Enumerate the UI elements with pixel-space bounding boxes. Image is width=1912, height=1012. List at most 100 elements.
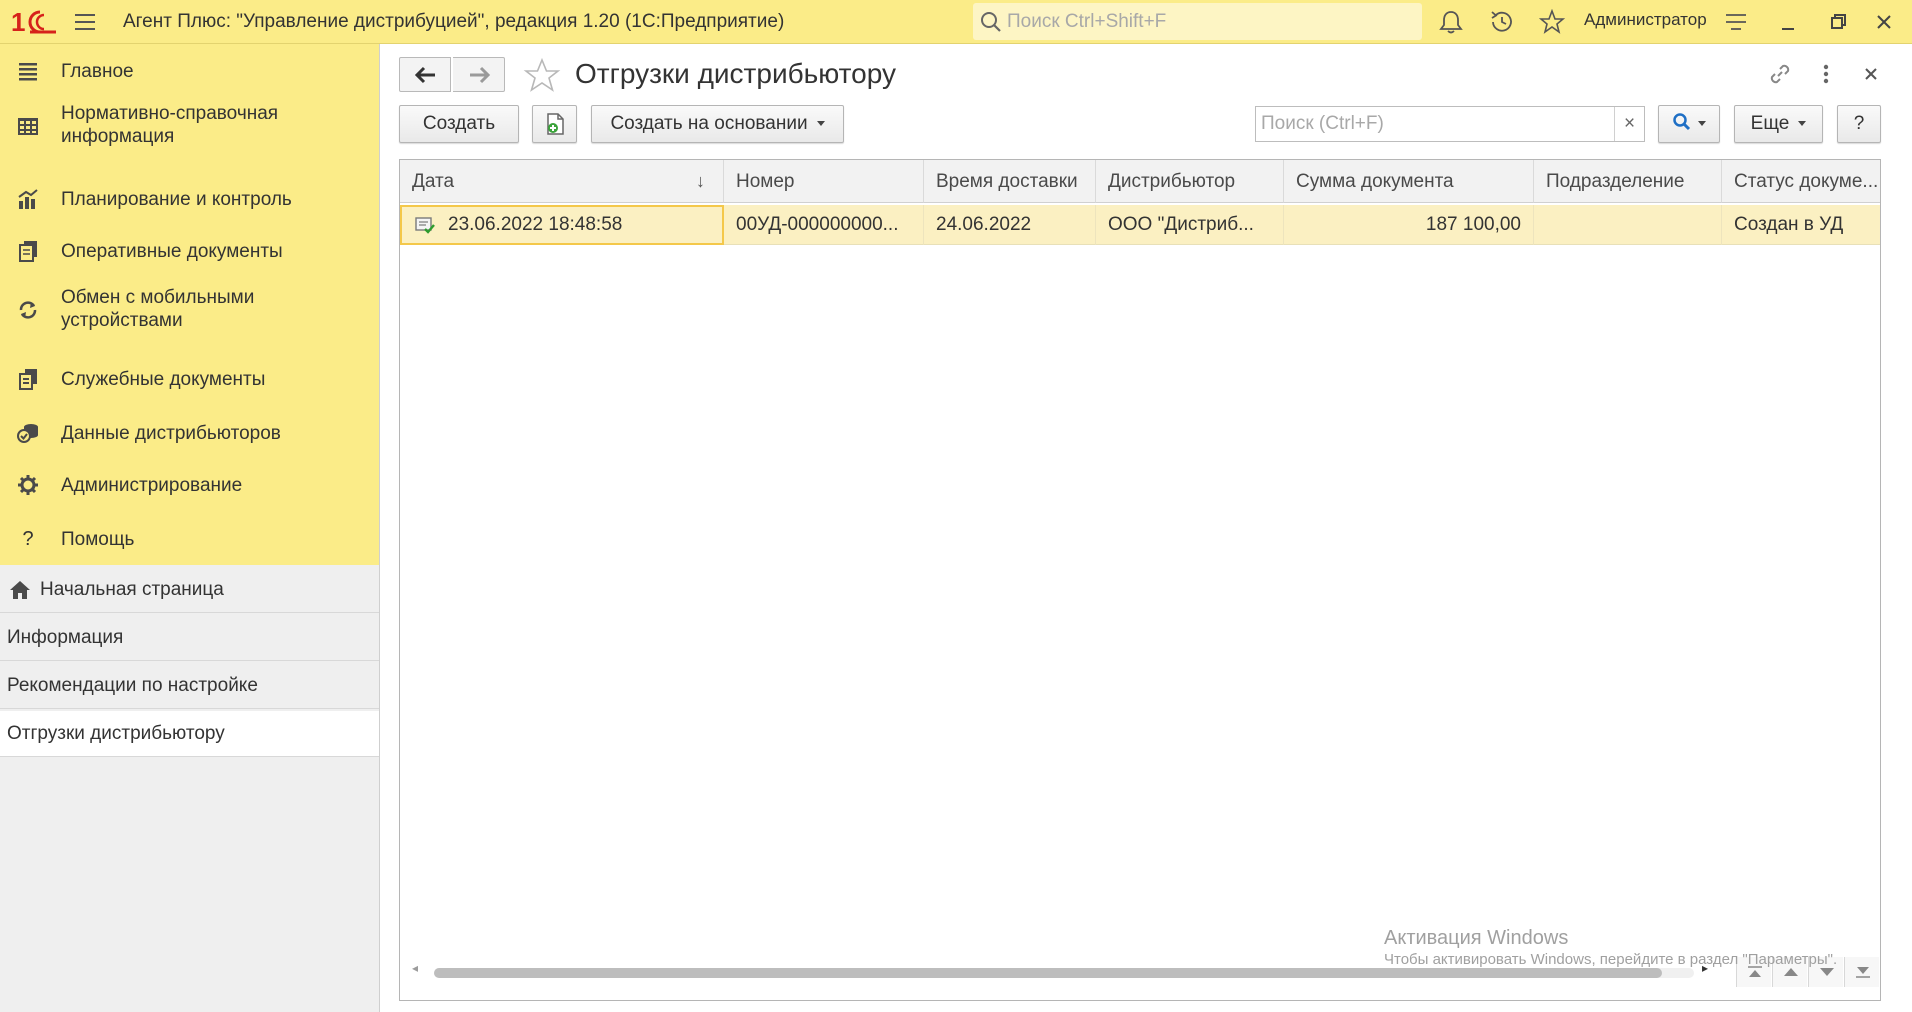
scroll-right-icon[interactable]: ▸ [1702,961,1708,975]
open-window-home[interactable]: Начальная страница [0,567,379,613]
cell-status[interactable]: Создан в УД [1722,205,1880,245]
open-window-setup-recommendations[interactable]: Рекомендации по настройке [0,663,379,709]
open-window-information[interactable]: Информация [0,615,379,661]
go-last-button[interactable] [1844,957,1879,987]
favorite-star-icon[interactable] [523,57,561,93]
page-up-button[interactable] [1772,957,1807,987]
open-window-label: Начальная страница [40,579,224,600]
create-based-on-button[interactable]: Создать на основании [591,105,844,143]
catalog-icon [18,118,38,135]
forward-button[interactable] [453,57,505,92]
sidebar-item-label: Нормативно-справочная [61,103,279,124]
more-button[interactable]: Еще [1734,105,1823,143]
sidebar-item-administration[interactable]: Администрирование [0,466,379,504]
documents-table[interactable]: Дата ↓ Номер Время доставки Дистрибьютор… [399,159,1881,1001]
back-button[interactable] [399,57,451,92]
column-header-delivery-time[interactable]: Время доставки [924,160,1096,203]
column-header-amount[interactable]: Сумма документа [1284,160,1534,203]
sidebar-item-distributor-data[interactable]: Данные дистрибьюторов [0,414,379,452]
column-header-status[interactable]: Статус докуме... [1722,160,1880,203]
sidebar-item-mobile-exchange[interactable]: Обмен с мобильными устройствами [0,280,379,338]
arrow-left-icon [414,66,435,84]
search-icon [981,12,1001,32]
menu-icon[interactable] [72,9,98,35]
more-vertical-icon[interactable] [1813,61,1839,87]
star-icon[interactable] [1538,8,1566,35]
create-button[interactable]: Создать [399,105,519,143]
history-icon[interactable] [1489,9,1515,35]
sidebar-item-operational-docs[interactable]: Оперативные документы [0,232,379,270]
global-search-input[interactable] [1005,3,1415,40]
open-window-label: Информация [7,627,124,648]
list-search-input[interactable] [1256,107,1614,141]
sidebar-item-label-line2: устройствами [61,310,183,331]
cell-date-text: 23.06.2022 18:48:58 [448,214,623,235]
list-search: × [1255,106,1645,142]
create-copy-button[interactable] [532,105,577,143]
column-header-distributor[interactable]: Дистрибьютор [1096,160,1284,203]
open-window-label: Отгрузки дистрибьютору [7,723,225,744]
scroll-left-icon[interactable]: ◂ [412,961,418,975]
bell-icon[interactable] [1438,9,1464,35]
sort-descending-icon: ↓ [696,171,705,191]
chevron-down-icon [1798,121,1807,127]
help-button[interactable]: ? [1837,105,1881,143]
horizontal-scrollbar[interactable]: ◂ ▸ [408,958,1718,986]
sidebar-item-service-docs[interactable]: Служебные документы [0,360,379,398]
column-header-date[interactable]: Дата ↓ [400,160,724,203]
cell-number[interactable]: 00УД-000000000... [724,205,924,245]
home-icon [10,581,30,599]
app-title: Агент Плюс: "Управление дистрибуцией", р… [123,11,785,32]
settings-icon[interactable] [1723,9,1749,35]
restore-icon[interactable] [1825,9,1851,35]
create-based-on-label: Создать на основании [610,113,808,134]
chevron-down-icon [1698,121,1706,127]
user-name[interactable]: Администратор [1584,0,1707,40]
distributor-data-icon [17,424,38,443]
sidebar: Главное Нормативно-справочная информация… [0,44,380,1012]
scroll-thumb[interactable] [434,968,1662,978]
open-window-distributor-shipments[interactable]: Отгрузки дистрибьютору [0,711,379,757]
service-docs-icon [19,369,37,390]
help-icon: ? [22,528,34,550]
sidebar-item-help[interactable]: ? Помощь [0,520,379,558]
go-last-icon [1856,967,1870,978]
scroll-track[interactable] [434,968,1694,978]
list-navigation [1736,957,1880,987]
sidebar-item-label: Оперативные документы [61,241,283,262]
list-icon [19,63,37,81]
sidebar-item-planning[interactable]: Планирование и контроль [0,180,379,218]
close-window-icon[interactable] [1871,9,1897,35]
column-header-department[interactable]: Подразделение [1534,160,1722,203]
link-icon[interactable] [1767,61,1793,87]
page-down-icon [1820,968,1834,976]
sidebar-item-label: Планирование и контроль [61,189,292,210]
more-label: Еще [1750,113,1790,134]
go-first-button[interactable] [1736,957,1771,987]
column-header-label: Дата [412,171,455,192]
column-header-number[interactable]: Номер [724,160,924,203]
page-title: Отгрузки дистрибьютору [575,58,896,89]
global-search[interactable] [973,3,1422,40]
chevron-down-icon [816,121,825,127]
cell-department[interactable] [1534,205,1722,245]
minimize-icon[interactable] [1775,9,1801,35]
sidebar-item-main[interactable]: Главное [0,52,379,90]
cell-delivery-time[interactable]: 24.06.2022 [924,205,1096,245]
cell-amount[interactable]: 187 100,00 [1284,205,1534,245]
sidebar-item-label: Обмен с мобильными [61,287,255,308]
page-down-button[interactable] [1808,957,1843,987]
1c-logo-icon[interactable]: 1 [10,6,58,38]
posted-document-icon [415,217,435,234]
clear-search-button[interactable]: × [1614,107,1644,141]
arrow-right-icon [470,66,491,84]
cell-date[interactable]: 23.06.2022 18:48:58 [400,205,724,245]
sidebar-item-reference-data[interactable]: Нормативно-справочная информация [0,96,379,154]
sidebar-item-label: Главное [61,61,134,82]
cell-distributor[interactable]: ООО "Дистриб... [1096,205,1284,245]
sidebar-item-label: Администрирование [61,475,243,496]
close-form-icon[interactable] [1858,61,1884,87]
table-row[interactable]: 23.06.2022 18:48:58 00УД-000000000... 24… [400,205,1880,245]
page-up-icon [1784,968,1798,976]
search-options-button[interactable] [1658,105,1720,143]
